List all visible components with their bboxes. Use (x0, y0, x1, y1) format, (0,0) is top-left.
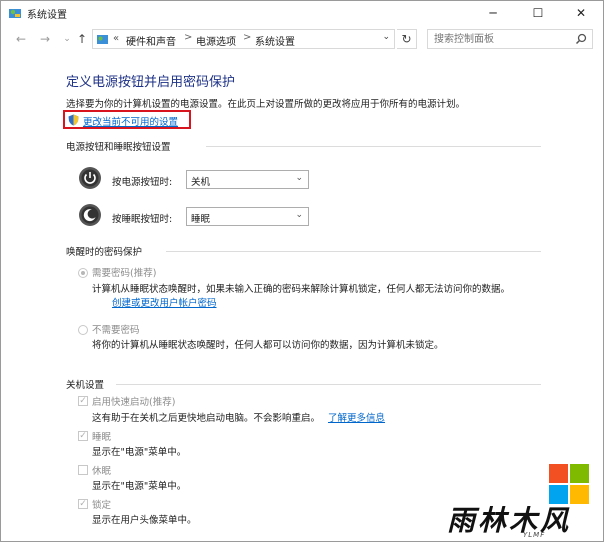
sleep-menu-label: 睡眠 (92, 432, 112, 443)
chevron-down-icon: ⌄ (295, 173, 303, 183)
breadcrumb-hardware-sound[interactable]: 硬件和声音 (126, 33, 176, 48)
learn-more-link[interactable]: 了解更多信息 (328, 410, 385, 424)
chevron-down-icon: ⌄ (295, 210, 303, 220)
power-button-action-value: 关机 (191, 177, 211, 188)
breadcrumb-power-options[interactable]: 电源选项 (196, 33, 236, 48)
lock-menu-description: 显示在用户头像菜单中。 (92, 515, 197, 526)
refresh-icon[interactable]: ↻ (397, 29, 417, 49)
address-box[interactable]: « 硬件和声音 > 电源选项 > 系统设置 ⌄ (92, 29, 395, 49)
forward-arrow-icon[interactable]: → (37, 31, 53, 47)
search-box[interactable] (427, 29, 593, 49)
maximize-button[interactable]: ☐ (516, 1, 560, 25)
address-dropdown-icon[interactable]: ⌄ (382, 32, 390, 42)
uac-shield-icon (68, 114, 79, 126)
section-divider (166, 251, 541, 252)
sleep-button-action-value: 睡眠 (191, 214, 211, 225)
search-input[interactable] (428, 30, 568, 48)
watermark-text: 雨林木风 (447, 504, 572, 537)
breadcrumb-separator: > (243, 32, 252, 43)
watermark-subtext: YLMF (523, 531, 546, 539)
sleep-button-label: 按睡眠按钮时: (112, 214, 173, 225)
admin-link-highlight: 更改当前不可用的设置 (63, 110, 191, 129)
no-password-description: 将你的计算机从睡眠状态唤醒时，任何人都可以访问你的数据，因为计算机未锁定。 (92, 340, 444, 351)
title-bar: 系统设置 ─ ☐ ✕ (1, 1, 603, 25)
page-title: 定义电源按钮并启用密码保护 (66, 75, 236, 90)
breadcrumb-separator: > (184, 32, 193, 43)
power-button-label: 按电源按钮时: (112, 177, 173, 188)
page-description: 选择要为你的计算机设置的电源设置。在此页上对设置所做的更改将应用于你所有的电源计… (66, 99, 466, 110)
minimize-button[interactable]: ─ (471, 1, 515, 25)
hibernate-menu-checkbox[interactable] (78, 465, 88, 475)
no-password-radio[interactable] (78, 325, 88, 335)
wake-password-section-header: 唤醒时的密码保护 (66, 247, 143, 258)
change-unavailable-settings-link[interactable]: 更改当前不可用的设置 (83, 114, 178, 128)
lock-menu-checkbox[interactable]: ✓ (78, 499, 88, 509)
search-icon[interactable] (575, 33, 587, 45)
hibernate-menu-label: 休眠 (92, 466, 112, 477)
fast-startup-checkbox[interactable]: ✓ (78, 396, 88, 406)
power-button-action-select[interactable]: 关机 ⌄ (186, 170, 309, 189)
content-pane: 定义电源按钮并启用密码保护 选择要为你的计算机设置的电源设置。在此页上对设置所做… (1, 53, 603, 541)
no-password-label: 不需要密码 (92, 325, 140, 336)
fast-startup-label: 启用快速启动(推荐) (92, 397, 176, 408)
power-button-icon (79, 167, 101, 189)
control-panel-icon (97, 35, 108, 44)
breadcrumb-overflow[interactable]: « (113, 33, 119, 44)
require-password-label: 需要密码(推荐) (92, 268, 157, 279)
close-button[interactable]: ✕ (559, 1, 603, 25)
sleep-button-action-select[interactable]: 睡眠 ⌄ (186, 207, 309, 226)
require-password-radio[interactable] (78, 268, 88, 278)
windows-logo-icon (549, 464, 589, 504)
control-panel-app-icon (9, 9, 21, 18)
create-change-password-link[interactable]: 创建或更改用户帐户密码 (112, 295, 217, 309)
power-buttons-section-header: 电源按钮和睡眠按钮设置 (66, 142, 171, 153)
shutdown-section-header: 关机设置 (66, 380, 105, 391)
hibernate-menu-description: 显示在"电源"菜单中。 (92, 481, 187, 492)
breadcrumb-system-settings[interactable]: 系统设置 (255, 33, 295, 48)
section-divider (206, 146, 541, 147)
up-arrow-icon[interactable]: ↑ (74, 31, 90, 47)
sleep-menu-description: 显示在"电源"菜单中。 (92, 447, 187, 458)
sleep-menu-checkbox[interactable]: ✓ (78, 431, 88, 441)
section-divider (116, 384, 541, 385)
control-panel-window: 系统设置 ─ ☐ ✕ ← → ⌄ ↑ « 硬件和声音 > 电源选项 > 系统设置… (0, 0, 604, 542)
fast-startup-description: 这有助于在关机之后更快地启动电脑。不会影响重启。 (92, 413, 321, 424)
window-title: 系统设置 (27, 10, 67, 21)
address-toolbar: ← → ⌄ ↑ « 硬件和声音 > 电源选项 > 系统设置 ⌄ ↻ (1, 27, 603, 51)
require-password-description: 计算机从睡眠状态唤醒时，如果未输入正确的密码来解除计算机锁定，任何人都无法访问你… (92, 284, 511, 295)
sleep-button-icon (79, 204, 101, 226)
recent-dropdown-icon[interactable]: ⌄ (59, 31, 75, 47)
lock-menu-label: 锁定 (92, 500, 112, 511)
back-arrow-icon[interactable]: ← (13, 31, 29, 47)
